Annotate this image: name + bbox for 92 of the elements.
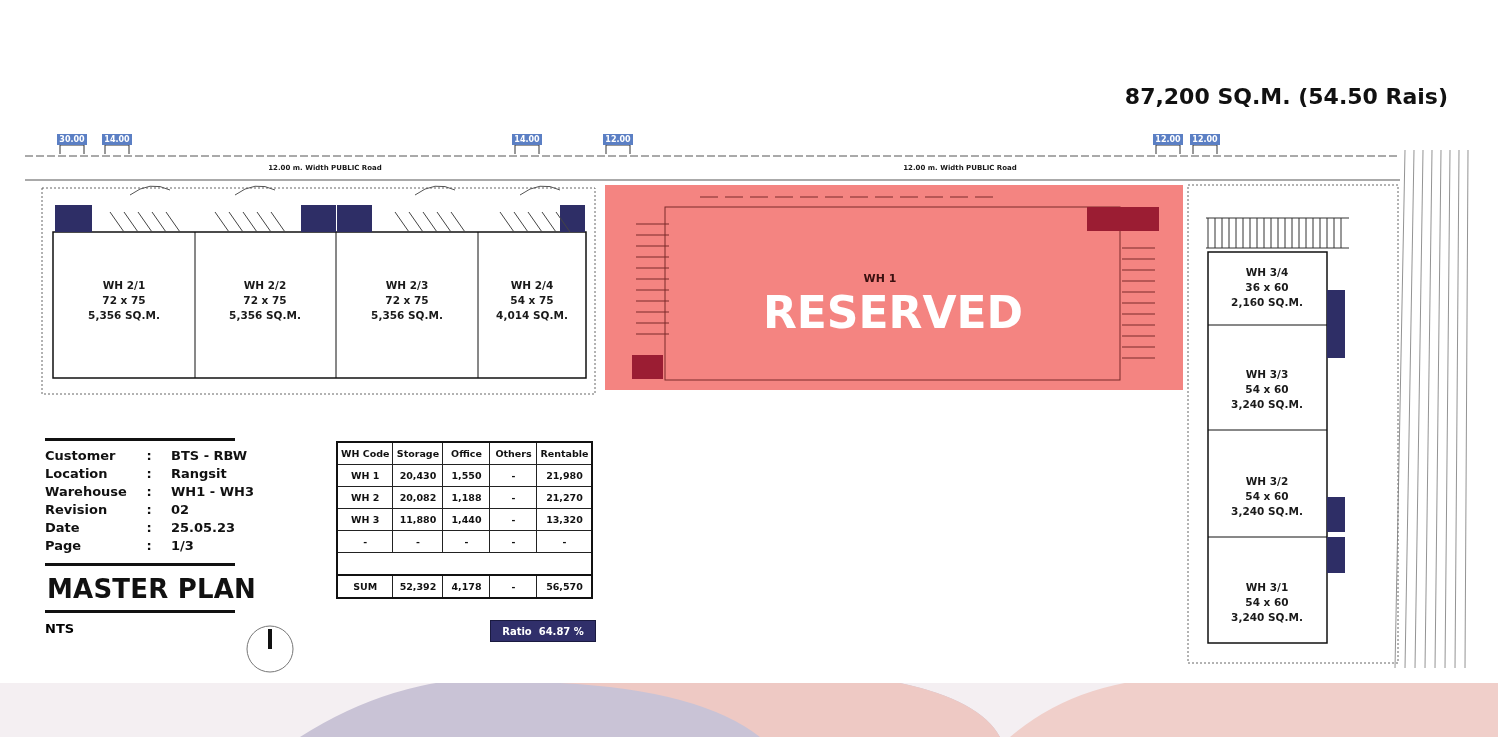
info-label: Date: [45, 519, 81, 537]
table-cell: 4,178: [443, 575, 490, 598]
info-value: BTS - RBW: [171, 447, 249, 465]
office-block: [337, 205, 372, 232]
info-label: Page: [45, 537, 83, 555]
warehouse-label: 36 x 60: [1244, 280, 1290, 294]
warehouse-label: WH 2/2: [242, 278, 288, 292]
warehouse-label: 3,240 SQ.M.: [1230, 610, 1304, 624]
info-value: WH1 - WH3: [171, 483, 254, 501]
warehouse-label: WH 3/1: [1244, 580, 1290, 594]
warehouse-label: WH 2/4: [509, 278, 555, 292]
table-cell: SUM: [337, 575, 393, 598]
warehouse-label: WH 3/4: [1244, 265, 1290, 279]
warehouse-label: 3,240 SQ.M.: [1230, 504, 1304, 518]
dimension-label: 30.00: [57, 134, 87, 145]
table-cell: -: [490, 575, 537, 598]
warehouse-label: WH 3/3: [1244, 367, 1290, 381]
warehouse-label: 54 x 75: [509, 293, 555, 307]
office-block: [1327, 497, 1345, 532]
loading-dock-drawing: [394, 185, 466, 233]
table-cell: -: [490, 464, 537, 487]
warehouse-label: 54 x 60: [1244, 489, 1290, 503]
dimension-label: 12.00: [603, 134, 633, 145]
table-cell: 1,188: [443, 486, 490, 509]
warehouse-label: WH 2/1: [101, 278, 147, 292]
warehouse-label: 54 x 60: [1244, 382, 1290, 396]
info-separator: :: [145, 447, 153, 465]
warehouse-label: 4,014 SQ.M.: [495, 308, 569, 322]
table-cell: WH 3: [337, 508, 393, 531]
warehouse-label: 72 x 75: [384, 293, 430, 307]
table-cell: -: [337, 530, 393, 553]
table-cell: WH 2: [337, 486, 393, 509]
office-block: [55, 205, 92, 232]
table-cell: 11,880: [393, 508, 443, 531]
table-cell: 1,440: [443, 508, 490, 531]
warehouse-label: WH 2/3: [384, 278, 430, 292]
warehouse-label: 72 x 75: [101, 293, 147, 307]
office-block: [301, 205, 336, 232]
info-value: 02: [171, 501, 191, 519]
office-block: [632, 355, 663, 379]
info-separator: :: [145, 483, 153, 501]
info-value: Rangsit: [171, 465, 228, 483]
warehouse-label: 5,356 SQ.M.: [87, 308, 161, 322]
table-cell: -: [443, 530, 490, 553]
warehouse-label: 72 x 75: [242, 293, 288, 307]
table-cell: 20,082: [393, 486, 443, 509]
table-cell: -: [490, 530, 537, 553]
info-label: Location: [45, 465, 109, 483]
table-cell: WH 1: [337, 464, 393, 487]
reserved-label: RESERVED: [761, 290, 1025, 336]
table-cell: 52,392: [393, 575, 443, 598]
column-header: Office: [443, 442, 490, 465]
warehouse-label: 3,240 SQ.M.: [1230, 397, 1304, 411]
office-block: [1087, 207, 1159, 231]
office-block: [1327, 290, 1345, 325]
warehouse-label: WH 1: [862, 272, 898, 285]
office-block: [1327, 325, 1345, 358]
warehouse-label: 5,356 SQ.M.: [370, 308, 444, 322]
loading-dock-drawing: [499, 185, 571, 233]
warehouse-label: WH 3/2: [1244, 474, 1290, 488]
table-cell: -: [490, 508, 537, 531]
drawing-title: MASTER PLAN: [47, 573, 256, 606]
loading-dock-drawing: [109, 185, 181, 233]
info-separator: :: [145, 501, 153, 519]
office-block: [560, 205, 585, 232]
column-header: WH Code: [337, 442, 393, 465]
dimension-label: 14.00: [102, 134, 132, 145]
info-separator: :: [145, 537, 153, 555]
column-header: Others: [490, 442, 537, 465]
dimension-label: 12.00: [1190, 134, 1220, 145]
scale-label: NTS: [45, 621, 76, 636]
info-label: Warehouse: [45, 483, 127, 501]
warehouse-label: 5,356 SQ.M.: [228, 308, 302, 322]
area-title: 87,200 SQ.M. (54.50 Rais): [1124, 84, 1448, 109]
info-separator: :: [145, 519, 153, 537]
info-value: 1/3: [171, 537, 195, 555]
info-label: Customer: [45, 447, 117, 465]
dimension-label: 14.00: [512, 134, 542, 145]
column-header: Storage: [393, 442, 443, 465]
ratio-label: Ratio 64.87 %: [490, 620, 596, 642]
table-cell: -: [490, 486, 537, 509]
info-separator: :: [145, 465, 153, 483]
info-label: Revision: [45, 501, 109, 519]
table-cell: 1,550: [443, 464, 490, 487]
table-cell: -: [393, 530, 443, 553]
dimension-label: 12.00: [1153, 134, 1183, 145]
warehouse-label: 54 x 60: [1244, 595, 1290, 609]
info-value: 25.05.23: [171, 519, 237, 537]
warehouse-label: 2,160 SQ.M.: [1230, 295, 1304, 309]
table-cell: 20,430: [393, 464, 443, 487]
loading-dock-drawing: [214, 185, 286, 233]
office-block: [1327, 537, 1345, 573]
